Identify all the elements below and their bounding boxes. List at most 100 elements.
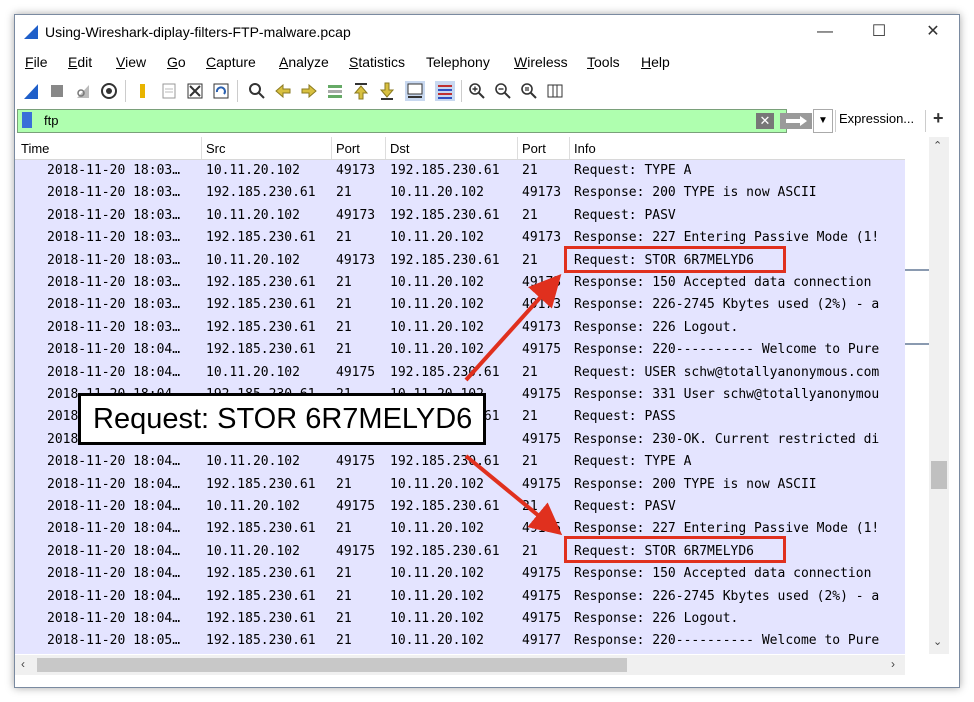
stop-capture-icon[interactable] — [47, 81, 67, 101]
filter-text: ftp — [44, 113, 59, 128]
display-filter-bar: ftp ✕ ▼ Expression... + — [15, 108, 959, 134]
close-file-icon[interactable] — [185, 81, 205, 101]
restart-capture-icon[interactable] — [73, 81, 93, 101]
zoom-in-icon[interactable] — [467, 81, 487, 101]
cell-src-port: 21 — [336, 319, 352, 335]
menu-go[interactable]: Go — [167, 54, 186, 70]
menu-edit[interactable]: Edit — [68, 54, 92, 70]
cell-dst: 10.11.20.102 — [390, 230, 484, 246]
cell-src: 192.185.230.61 — [206, 588, 316, 604]
cell-dst-port: 21 — [522, 207, 538, 223]
expression-button[interactable]: Expression... — [839, 111, 914, 126]
table-row[interactable]: 2018-11-20 18:04… 10.11.20.102 49175 192.18… — [15, 362, 905, 384]
column-src-port[interactable]: Port — [336, 141, 360, 156]
filter-history-chevron-down-icon[interactable]: ▼ — [813, 109, 833, 133]
cell-src: 192.185.230.61 — [206, 230, 316, 246]
table-row[interactable]: 2018-11-20 18:03… 192.185.230.61 21 10.11.2… — [15, 272, 905, 294]
table-row[interactable]: 2018-11-20 18:04… 192.185.230.61 21 10.11.2… — [15, 586, 905, 608]
menu-statistics[interactable]: Statistics — [349, 54, 405, 70]
cell-dst-port: 49173 — [522, 319, 562, 335]
table-row[interactable]: 2018-11-20 18:04… 10.11.20.102 49175 192.18… — [15, 451, 905, 473]
save-file-icon[interactable] — [159, 81, 179, 101]
cell-src: 192.185.230.61 — [206, 611, 316, 626]
table-row[interactable]: 2018-11-20 18:03… 10.11.20.102 49173 192.18… — [15, 205, 905, 227]
cell-info: Response: 220---------- Welcome to Pure — [574, 342, 880, 358]
table-row[interactable]: 2018-11-20 18:04… 10.11.20.102 49175 192.18… — [15, 496, 905, 518]
maximize-button[interactable]: ☐ — [857, 19, 901, 45]
cell-src: 192.185.230.61 — [206, 633, 316, 649]
table-row[interactable]: 2018-11-20 18:05… 192.185.230.61 21 10.11.2… — [15, 630, 905, 652]
menu-analyze[interactable]: Analyze — [279, 54, 329, 70]
apply-filter-icon[interactable] — [780, 113, 812, 129]
minimize-button[interactable]: — — [803, 19, 847, 45]
menu-file[interactable]: File — [25, 54, 48, 70]
cell-dst: 192.185.230.61 — [390, 543, 500, 559]
scroll-right-icon[interactable]: › — [891, 657, 895, 671]
cell-src: 10.11.20.102 — [206, 499, 300, 514]
auto-scroll-icon[interactable] — [405, 81, 425, 101]
cell-info: Response: 331 User schw@totallyanonymou — [574, 387, 880, 402]
column-time[interactable]: Time — [21, 141, 49, 156]
resize-columns-icon[interactable] — [545, 81, 565, 101]
cell-src: 192.185.230.61 — [206, 185, 316, 201]
menu-telephony[interactable]: Telephony — [426, 54, 490, 70]
find-packet-icon[interactable] — [247, 81, 267, 101]
wireshark-fin-icon — [23, 24, 39, 40]
filter-bookmark-icon[interactable] — [22, 112, 32, 128]
cell-dst: 10.11.20.102 — [390, 611, 484, 626]
table-row[interactable]: 2018-11-20 18:03… 192.185.230.61 21 10.11.2… — [15, 182, 905, 204]
menu-capture[interactable]: Capture — [206, 54, 256, 70]
cell-info: Request: USER schw@totallyanonymous.com — [574, 364, 880, 380]
table-row[interactable]: 2018-11-20 18:03… 192.185.230.61 21 10.11.2… — [15, 294, 905, 316]
menu-tools[interactable]: Tools — [587, 54, 620, 70]
cell-src: 10.11.20.102 — [206, 252, 300, 268]
last-packet-icon[interactable] — [377, 81, 397, 101]
wireshark-window: Using-Wireshark-diplay-filters-FTP-malwa… — [14, 14, 960, 688]
zoom-out-icon[interactable] — [493, 81, 513, 101]
scroll-down-icon[interactable]: ⌄ — [933, 635, 942, 648]
vertical-scrollbar[interactable]: ⌃ ⌄ — [905, 137, 959, 654]
close-button[interactable]: ✕ — [911, 19, 955, 45]
scroll-left-icon[interactable]: ‹ — [21, 657, 25, 671]
colorize-icon[interactable] — [435, 81, 455, 101]
add-filter-button[interactable]: + — [933, 108, 944, 129]
go-forward-icon[interactable] — [299, 81, 319, 101]
cell-src: 10.11.20.102 — [206, 543, 300, 559]
first-packet-icon[interactable] — [351, 81, 371, 101]
reload-file-icon[interactable] — [211, 81, 231, 101]
menu-view[interactable]: View — [116, 54, 146, 70]
cell-dst: 10.11.20.102 — [390, 521, 484, 537]
horizontal-scroll-thumb[interactable] — [37, 658, 627, 672]
cell-src-port: 49173 — [336, 207, 376, 223]
cell-dst-port: 21 — [522, 543, 538, 559]
go-to-packet-icon[interactable] — [325, 81, 345, 101]
menu-help[interactable]: Help — [641, 54, 670, 70]
column-src[interactable]: Src — [206, 141, 226, 156]
menu-wireless[interactable]: Wireless — [514, 54, 568, 70]
column-info[interactable]: Info — [574, 141, 596, 156]
cell-time: 2018-11-20 18:04… — [47, 454, 181, 470]
capture-options-icon[interactable] — [99, 81, 119, 101]
cell-dst: 10.11.20.102 — [390, 566, 484, 582]
table-row[interactable]: 2018-11-20 18:04… 192.185.230.61 21 10.11.2… — [15, 474, 905, 496]
display-filter-input[interactable]: ftp ✕ — [17, 109, 812, 133]
cell-dst-port: 21 — [522, 409, 538, 425]
table-row[interactable]: 2018-11-20 18:04… 192.185.230.61 21 10.11.2… — [15, 563, 905, 585]
cell-info: Request: TYPE A — [574, 454, 692, 470]
vertical-scroll-thumb[interactable] — [931, 461, 947, 489]
table-row[interactable]: 2018-11-20 18:04… 192.185.230.61 21 10.11.2… — [15, 608, 905, 630]
column-dst[interactable]: Dst — [390, 141, 410, 156]
table-row[interactable]: 2018-11-20 18:04… 192.185.230.61 21 10.11.2… — [15, 339, 905, 361]
column-dst-port[interactable]: Port — [522, 141, 546, 156]
open-file-icon[interactable] — [133, 81, 153, 101]
clear-filter-icon[interactable]: ✕ — [756, 113, 774, 129]
scroll-up-icon[interactable]: ⌃ — [933, 139, 942, 152]
start-capture-icon[interactable] — [21, 81, 41, 101]
horizontal-scrollbar[interactable]: ‹ › — [15, 655, 905, 675]
go-back-icon[interactable] — [273, 81, 293, 101]
normal-size-icon[interactable] — [519, 81, 539, 101]
table-row[interactable]: 2018-11-20 18:03… 192.185.230.61 21 10.11.2… — [15, 317, 905, 339]
cell-src-port: 21 — [336, 230, 352, 246]
cell-time: 2018-11-20 18:03… — [47, 297, 181, 313]
table-row[interactable]: 2018-11-20 18:03… 10.11.20.102 49173 192.18… — [15, 160, 905, 182]
